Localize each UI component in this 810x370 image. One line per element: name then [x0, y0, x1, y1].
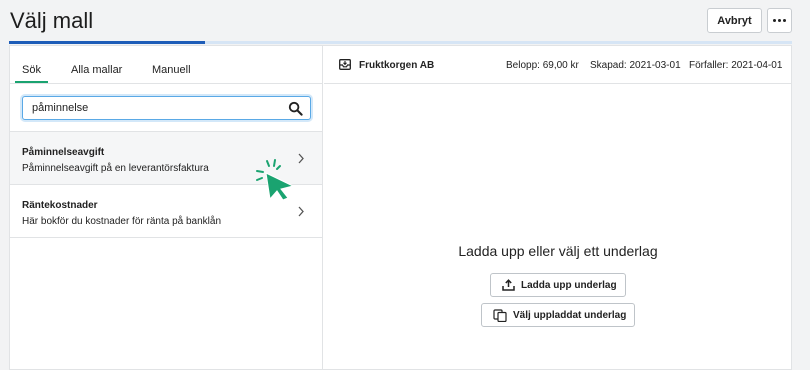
pointer-cursor-icon — [256, 159, 295, 200]
more-horizontal-icon — [773, 19, 786, 22]
chevron-right-icon — [298, 153, 304, 164]
tab-all-templates[interactable]: Alla mallar — [71, 64, 122, 76]
main-panel: Sök Alla mallar Manuell Påminnelseavgift… — [9, 45, 792, 370]
tab-search[interactable]: Sök — [22, 64, 41, 76]
progress-fill — [9, 41, 205, 44]
search-input[interactable] — [32, 100, 272, 116]
page-title: Välj mall — [10, 8, 94, 33]
document-header: Fruktkorgen AB Belopp: 69,00 kr Skapad: … — [324, 46, 792, 84]
more-button[interactable] — [767, 8, 792, 33]
upload-icon — [502, 279, 515, 291]
due-date: Förfaller: 2021-04-01 — [689, 60, 783, 71]
copy-document-icon — [493, 308, 507, 322]
created-date: Skapad: 2021-03-01 — [590, 60, 681, 71]
search-field[interactable] — [22, 96, 311, 120]
choose-uploaded-button-label: Välj uppladdat underlag — [513, 309, 627, 321]
document-panel: Fruktkorgen AB Belopp: 69,00 kr Skapad: … — [324, 46, 792, 369]
search-icon[interactable] — [288, 101, 303, 116]
inbox-icon — [339, 59, 351, 70]
list-item-description: Påminnelseavgift på en leverantörsfaktur… — [22, 163, 209, 174]
list-item-description: Här bokför du kostnader för ränta på ban… — [22, 216, 222, 227]
divider — [10, 237, 323, 238]
empty-state-title: Ladda upp eller välj ett underlag — [458, 243, 658, 259]
progress-bar — [9, 41, 792, 44]
tab-manual[interactable]: Manuell — [152, 64, 191, 76]
list-item-title: Påminnelseavgift — [22, 147, 105, 158]
abort-button[interactable]: Avbryt — [707, 8, 762, 33]
tab-active-indicator — [15, 81, 48, 83]
company-name: Fruktkorgen AB — [359, 60, 435, 71]
template-panel: Sök Alla mallar Manuell Påminnelseavgift… — [10, 46, 323, 369]
amount-text: Belopp: 69,00 kr — [506, 60, 579, 71]
chevron-right-icon — [298, 206, 304, 217]
upload-button-label: Ladda upp underlag — [521, 279, 617, 291]
upload-button[interactable]: Ladda upp underlag — [490, 273, 626, 297]
choose-uploaded-button[interactable]: Välj uppladdat underlag — [481, 303, 635, 327]
tab-bar: Sök Alla mallar Manuell — [10, 46, 323, 84]
list-item-title: Räntekostnader — [22, 200, 98, 211]
